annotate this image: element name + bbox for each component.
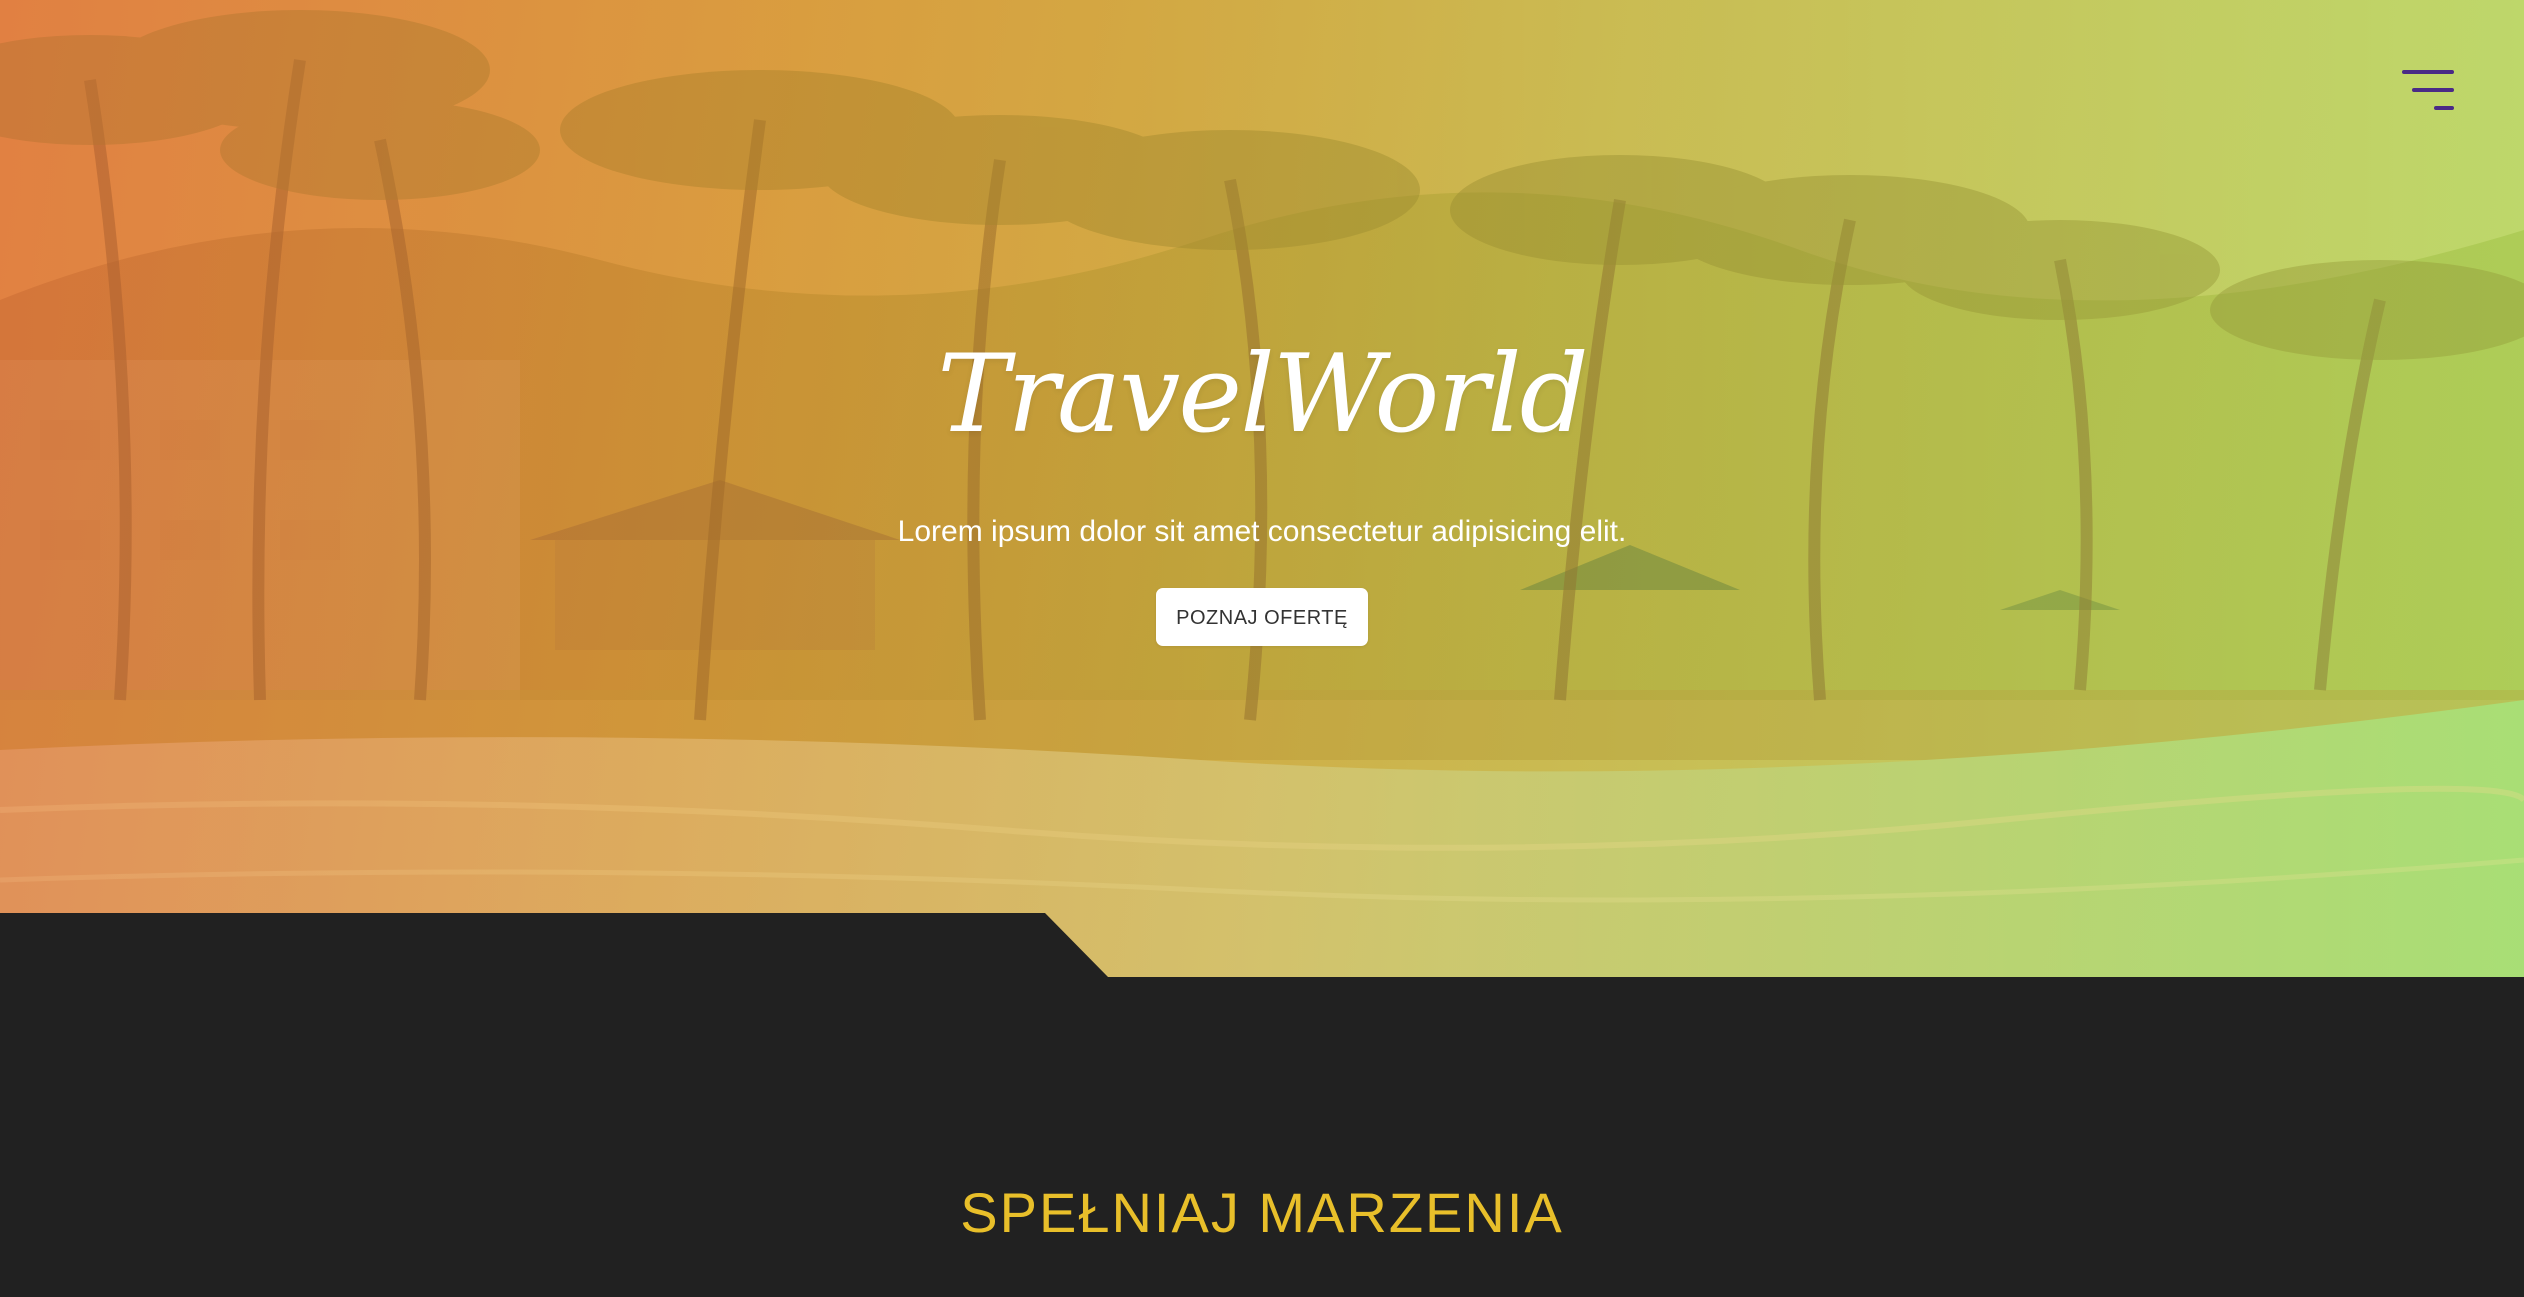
hero-tagline: Lorem ipsum dolor sit amet consectetur a… — [897, 515, 1627, 548]
menu-line — [2412, 88, 2454, 92]
page: TravelWorld Lorem ipsum dolor sit amet c… — [0, 0, 2524, 1297]
menu-line — [2434, 106, 2454, 110]
view-offer-button[interactable]: POZNAJ OFERTĘ — [1156, 588, 1368, 646]
hero-bottom-angle-shape — [0, 913, 1108, 977]
hero-content: TravelWorld Lorem ipsum dolor sit amet c… — [0, 330, 2524, 646]
section-title: SPEŁNIAJ MARZENIA — [960, 1181, 1564, 1244]
hero-section: TravelWorld Lorem ipsum dolor sit amet c… — [0, 0, 2524, 977]
brand-logo-text: TravelWorld — [937, 332, 1589, 457]
menu-line — [2402, 70, 2454, 74]
hamburger-menu-icon[interactable] — [2396, 66, 2456, 116]
